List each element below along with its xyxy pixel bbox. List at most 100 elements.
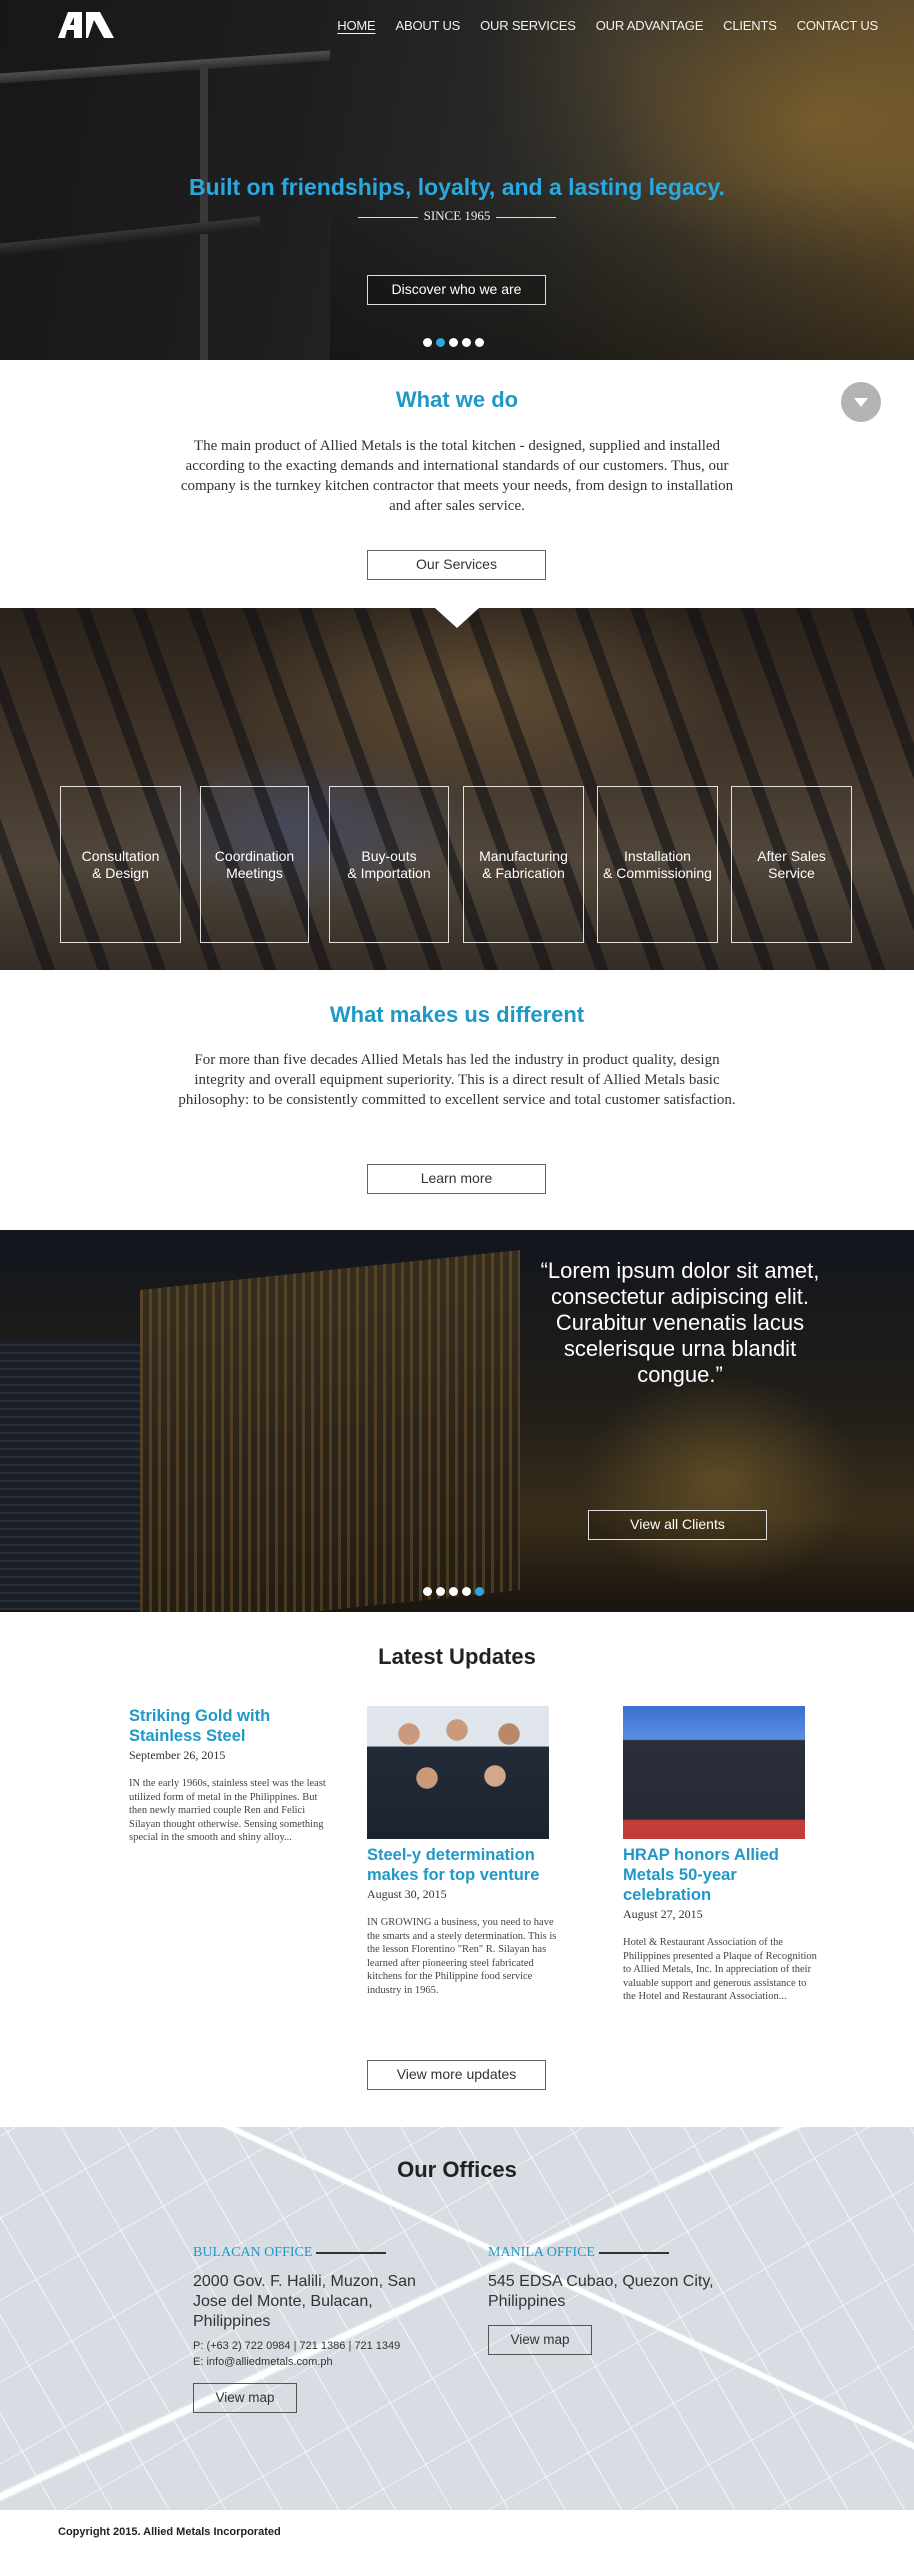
post-image-award-photo[interactable] [623,1706,805,1839]
allied-metals-logo-icon[interactable] [52,12,118,38]
post-date: August 27, 2015 [623,1907,703,1921]
post-excerpt: IN GROWING a business, you need to have … [367,1917,557,1996]
post-date: September 26, 2015 [129,1748,226,1762]
client-quote: “Lorem ipsum dolor sit amet, consectetur… [540,1258,820,1387]
office-phone: P: (+63 2) 722 0984 | 721 1386 | 721 134… [193,2340,401,2352]
news-post: Striking Gold with Stainless Steel Septe… [129,1706,329,1845]
slider-dot[interactable] [449,1587,458,1596]
service-label-line2: & Design [92,864,149,881]
post-image-team-photo[interactable] [367,1706,549,1839]
section-title: Our Offices [397,2157,517,2182]
service-label-line1: After Sales [757,847,826,864]
service-label-line2: & Fabrication [482,864,565,881]
clients-slider-dots [423,1587,484,1596]
slider-dot-active[interactable] [475,1587,484,1596]
slider-dot[interactable] [462,1587,471,1596]
view-map-button[interactable]: View map [488,2325,592,2355]
slider-dot-active[interactable] [436,338,445,347]
office-address: 545 EDSA Cubao, Quezon City, Philippines [488,2273,714,2310]
since-text: SINCE 1965 [423,208,491,223]
post-title-link[interactable]: Steel-y determination makes for top vent… [367,1845,562,1885]
what-makes-us-different-section: What makes us different For more than fi… [0,970,914,1230]
post-title-link[interactable]: Striking Gold with Stainless Steel [129,1706,329,1746]
section-body: For more than five decades Allied Metals… [178,1052,736,1108]
section-title: What we do [395,387,519,412]
service-installation-commissioning[interactable]: Installation & Commissioning [597,786,718,943]
service-after-sales[interactable]: After Sales Service [731,786,852,943]
nav-about-us[interactable]: ABOUT US [396,18,461,33]
hero-title: Built on friendships, loyalty, and a las… [189,174,725,200]
slider-dot[interactable] [423,1587,432,1596]
service-label-line1: Buy-outs [361,847,417,864]
view-more-updates-button[interactable]: View more updates [367,2060,546,2090]
post-excerpt: Hotel & Restaurant Association of the Ph… [623,1937,817,2002]
view-all-clients-button[interactable]: View all Clients [588,1510,767,1540]
clients-testimonial-section: “Lorem ipsum dolor sit amet, consectetur… [0,1230,914,1612]
our-services-button[interactable]: Our Services [367,550,546,580]
nav-our-services[interactable]: OUR SERVICES [480,18,576,33]
hero-slider-dots [423,338,484,347]
our-offices-section: Our Offices BULACAN OFFICE 2000 Gov. F. … [0,2127,914,2510]
service-label-line1: Installation [624,847,691,864]
copyright-text: Copyright 2015. Allied Metals Incorporat… [58,2526,281,2538]
nav-contact-us[interactable]: CONTACT US [797,18,879,33]
chevron-down-icon[interactable] [841,382,881,422]
service-label-line1: Consultation [81,847,160,864]
service-label-line2: Meetings [226,864,283,881]
view-map-button[interactable]: View map [193,2383,297,2413]
section-title: Latest Updates [378,1644,536,1669]
service-label: Installation & Commissioning [603,848,712,882]
office-label: BULACAN OFFICE [193,2245,453,2261]
office-address: 2000 Gov. F. Halili, Muzon, San Jose del… [193,2273,416,2330]
hero-banner: HOME ABOUT US OUR SERVICES OUR ADVANTAGE… [0,0,914,360]
service-label: Manufacturing & Fabrication [479,848,568,882]
post-title-link[interactable]: HRAP honors Allied Metals 50-year celebr… [623,1845,818,1905]
section-title: What makes us different [329,1002,585,1027]
service-coordination-meetings[interactable]: Coordination Meetings [200,786,309,943]
office-bulacan: BULACAN OFFICE 2000 Gov. F. Halili, Muzo… [193,2245,453,2413]
what-we-do-section: What we do The main product of Allied Me… [0,360,914,608]
slider-dot[interactable] [449,338,458,347]
services-section: Consultation & Design Coordination Meeting… [0,608,914,970]
service-label-line2: Service [768,864,815,881]
service-manufacturing-fabrication[interactable]: Manufacturing & Fabrication [463,786,584,943]
post-excerpt: IN the early 1960s, stainless steel was … [129,1778,326,1843]
section-body: The main product of Allied Metals is the… [180,438,734,514]
service-label-line1: Coordination [214,847,295,864]
office-manila: MANILA OFFICE 545 EDSA Cubao, Quezon Cit… [488,2245,748,2355]
divider [496,216,557,218]
latest-updates-section: Latest Updates Striking Gold with Stainl… [0,1612,914,2127]
discover-button[interactable]: Discover who we are [367,275,546,305]
service-label: Coordination Meetings [215,848,294,882]
service-label: Consultation & Design [82,848,160,882]
slider-dot[interactable] [423,338,432,347]
service-label-line2: & Commissioning [603,864,712,881]
learn-more-button[interactable]: Learn more [367,1164,546,1194]
slider-dot[interactable] [462,338,471,347]
office-label-text: BULACAN OFFICE [193,2245,313,2260]
service-label: Buy-outs & Importation [347,848,430,882]
office-email[interactable]: E: info@alliedmetals.com.ph [193,2354,453,2370]
hero-since: SINCE 1965 [0,208,914,224]
service-label-line2: & Importation [347,864,431,881]
service-label-line1: Manufacturing [479,847,568,864]
nav-home[interactable]: HOME [337,18,375,33]
footer: Copyright 2015. Allied Metals Incorporat… [0,2510,914,2560]
post-date: August 30, 2015 [367,1887,447,1901]
slider-dot[interactable] [475,338,484,347]
nav-clients[interactable]: CLIENTS [723,18,777,33]
section-notch [435,608,479,628]
nav-our-advantage[interactable]: OUR ADVANTAGE [596,18,704,33]
divider [316,2252,387,2254]
service-consultation-design[interactable]: Consultation & Design [60,786,181,943]
main-nav: HOME ABOUT US OUR SERVICES OUR ADVANTAGE… [317,18,878,33]
slider-dot[interactable] [436,1587,445,1596]
divider [598,2252,669,2254]
news-post: Steel-y determination makes for top vent… [367,1706,562,1997]
service-buyouts-importation[interactable]: Buy-outs & Importation [329,786,449,943]
divider [357,216,418,218]
office-label-text: MANILA OFFICE [488,2245,595,2260]
news-post: HRAP honors Allied Metals 50-year celebr… [623,1706,818,2004]
office-label: MANILA OFFICE [488,2245,748,2261]
service-label: After Sales Service [757,848,825,882]
